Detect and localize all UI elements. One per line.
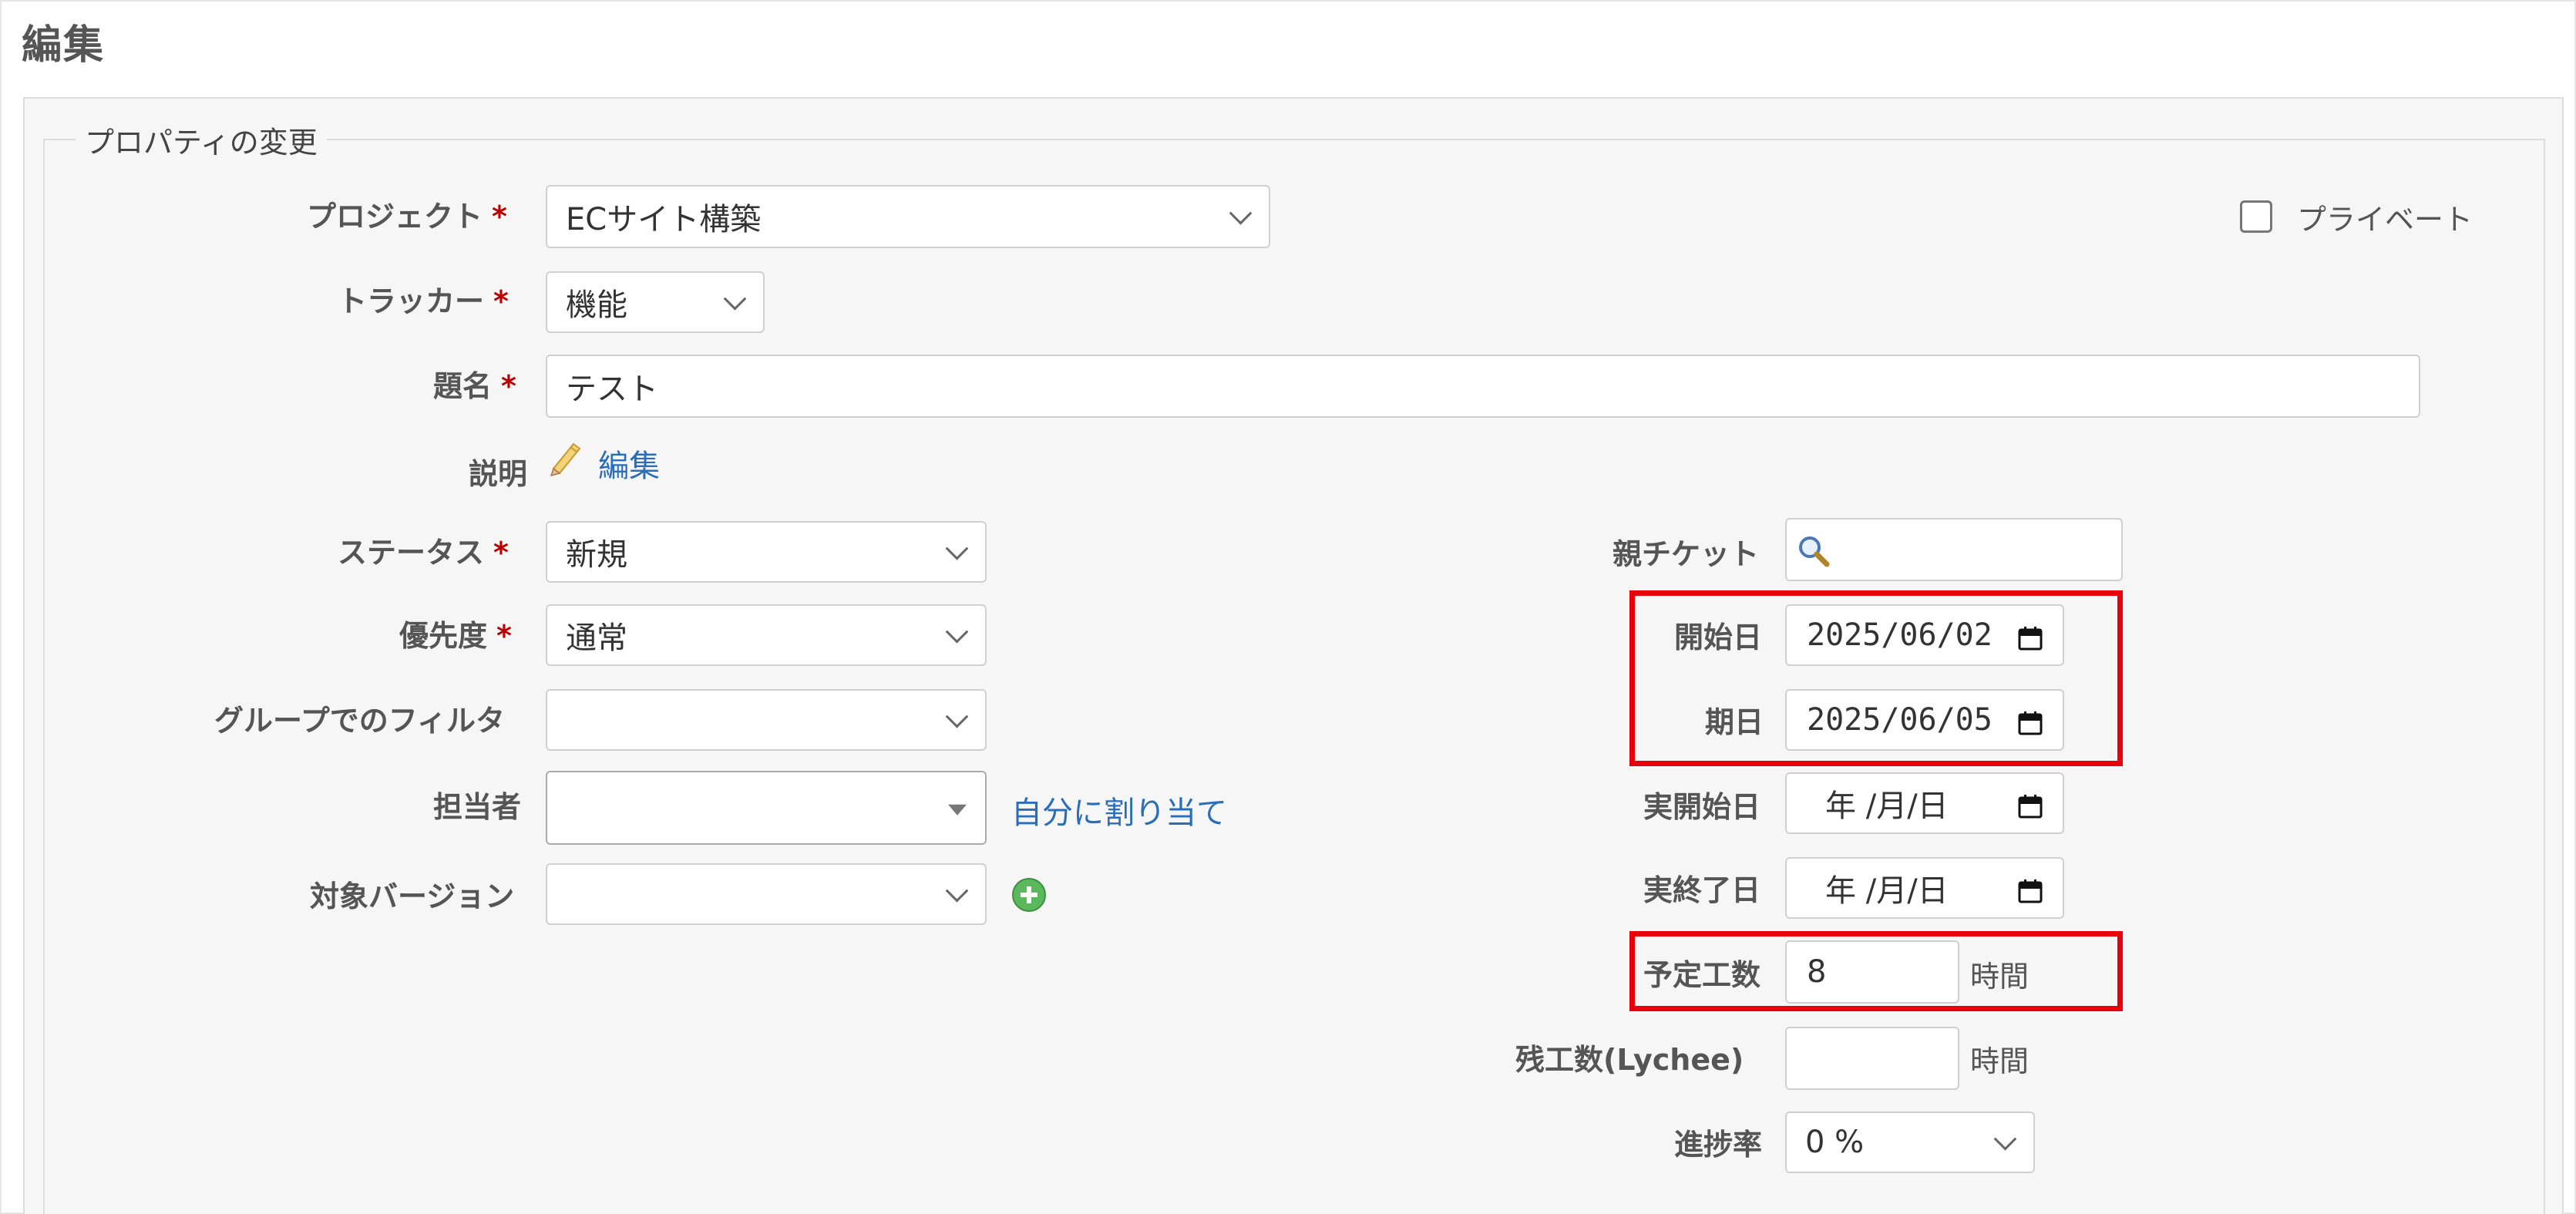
status-select-value: 新規 xyxy=(566,537,627,573)
calendar-icon[interactable] xyxy=(2018,876,2043,903)
actual-end-date-value: 年 /月/日 xyxy=(1825,873,1949,909)
actual-start-date-input[interactable]: 年 /月/日 xyxy=(1785,772,2064,834)
edit-form-box: プロパティの変更 xyxy=(23,97,2564,1214)
tracker-select[interactable]: 機能 xyxy=(546,271,765,333)
chevron-down-icon xyxy=(945,620,969,644)
assign-to-me-link[interactable]: 自分に割り当て xyxy=(1011,788,1227,832)
calendar-icon[interactable] xyxy=(2018,623,2043,651)
calendar-icon[interactable] xyxy=(2018,708,2043,735)
tracker-select-value: 機能 xyxy=(566,288,627,323)
actual-end-date-label: 実終了日 xyxy=(1643,873,1761,907)
done-ratio-label: 進捗率 xyxy=(1674,1128,1763,1162)
required-mark: * xyxy=(493,284,509,318)
calendar-icon[interactable] xyxy=(2018,791,2043,819)
add-version-icon[interactable] xyxy=(1011,877,1047,913)
parent-ticket-input[interactable] xyxy=(1785,518,2123,581)
description-edit-link[interactable]: 編集 xyxy=(598,441,660,486)
search-icon xyxy=(1796,533,1831,569)
group-filter-select[interactable] xyxy=(546,689,987,751)
properties-legend: プロパティの変更 xyxy=(76,119,327,161)
subject-input[interactable]: テスト xyxy=(546,355,2420,418)
pencil-icon[interactable] xyxy=(547,438,583,477)
project-label: プロジェクト * xyxy=(307,200,507,234)
estimated-hours-unit: 時間 xyxy=(1970,960,2030,994)
chevron-down-icon xyxy=(945,536,969,560)
private-label[interactable]: プライベート xyxy=(2297,196,2473,238)
estimated-hours-input[interactable]: 8 xyxy=(1785,940,1959,1004)
target-version-label: 対象バージョン xyxy=(310,879,515,913)
start-date-value: 2025/06/02 xyxy=(1807,617,1993,653)
assignee-select[interactable] xyxy=(546,771,987,845)
subject-input-value: テスト xyxy=(566,372,658,407)
actual-end-date-input[interactable]: 年 /月/日 xyxy=(1785,857,2064,919)
group-filter-label: グループでのフィルタ xyxy=(214,704,505,738)
priority-label: 優先度 * xyxy=(399,619,512,653)
priority-select-value: 通常 xyxy=(566,620,627,656)
chevron-down-icon xyxy=(723,287,747,311)
project-select-value: ECサイト構築 xyxy=(566,202,762,237)
page-title: 編集 xyxy=(22,22,106,69)
start-date-input[interactable]: 2025/06/02 xyxy=(1785,604,2064,666)
parent-ticket-label: 親チケット xyxy=(1613,537,1760,571)
due-date-input[interactable]: 2025/06/05 xyxy=(1785,689,2064,751)
chevron-down-icon xyxy=(1993,1127,2017,1151)
tracker-label: トラッカー * xyxy=(338,284,509,318)
actual-start-date-value: 年 /月/日 xyxy=(1825,789,1949,824)
chevron-down-icon xyxy=(945,879,969,903)
project-select[interactable]: ECサイト構築 xyxy=(546,185,1270,248)
status-select[interactable]: 新規 xyxy=(546,521,987,583)
remaining-hours-input[interactable] xyxy=(1785,1027,1959,1090)
estimated-hours-label: 予定工数 xyxy=(1643,958,1761,992)
caret-down-icon xyxy=(948,804,967,815)
remaining-hours-label: 残工数(Lychee) xyxy=(1515,1043,1744,1077)
required-mark: * xyxy=(492,200,507,234)
description-label: 説明 xyxy=(469,457,528,491)
start-date-label: 開始日 xyxy=(1674,620,1763,654)
due-date-label: 期日 xyxy=(1705,705,1764,739)
required-mark: * xyxy=(493,536,509,570)
actual-start-date-label: 実開始日 xyxy=(1643,790,1761,824)
done-ratio-select-value: 0 % xyxy=(1805,1125,1865,1160)
chevron-down-icon xyxy=(945,705,969,728)
done-ratio-select[interactable]: 0 % xyxy=(1785,1111,2035,1173)
remaining-hours-unit: 時間 xyxy=(1970,1044,2030,1078)
due-date-value: 2025/06/05 xyxy=(1807,702,1993,738)
target-version-select[interactable] xyxy=(546,863,987,925)
estimated-hours-value: 8 xyxy=(1807,954,1827,990)
private-checkbox[interactable] xyxy=(2240,200,2272,233)
subject-label: 題名 * xyxy=(433,369,516,403)
priority-select[interactable]: 通常 xyxy=(546,604,987,666)
required-mark: * xyxy=(496,619,512,653)
assignee-label: 担当者 xyxy=(433,790,522,824)
edit-page: 編集 プロパティの変更 プロジェクト * ECサイト構築 プライベート トラッカー… xyxy=(0,0,2576,1214)
status-label: ステータス * xyxy=(338,536,509,570)
chevron-down-icon xyxy=(1229,201,1253,225)
required-mark: * xyxy=(501,369,516,403)
